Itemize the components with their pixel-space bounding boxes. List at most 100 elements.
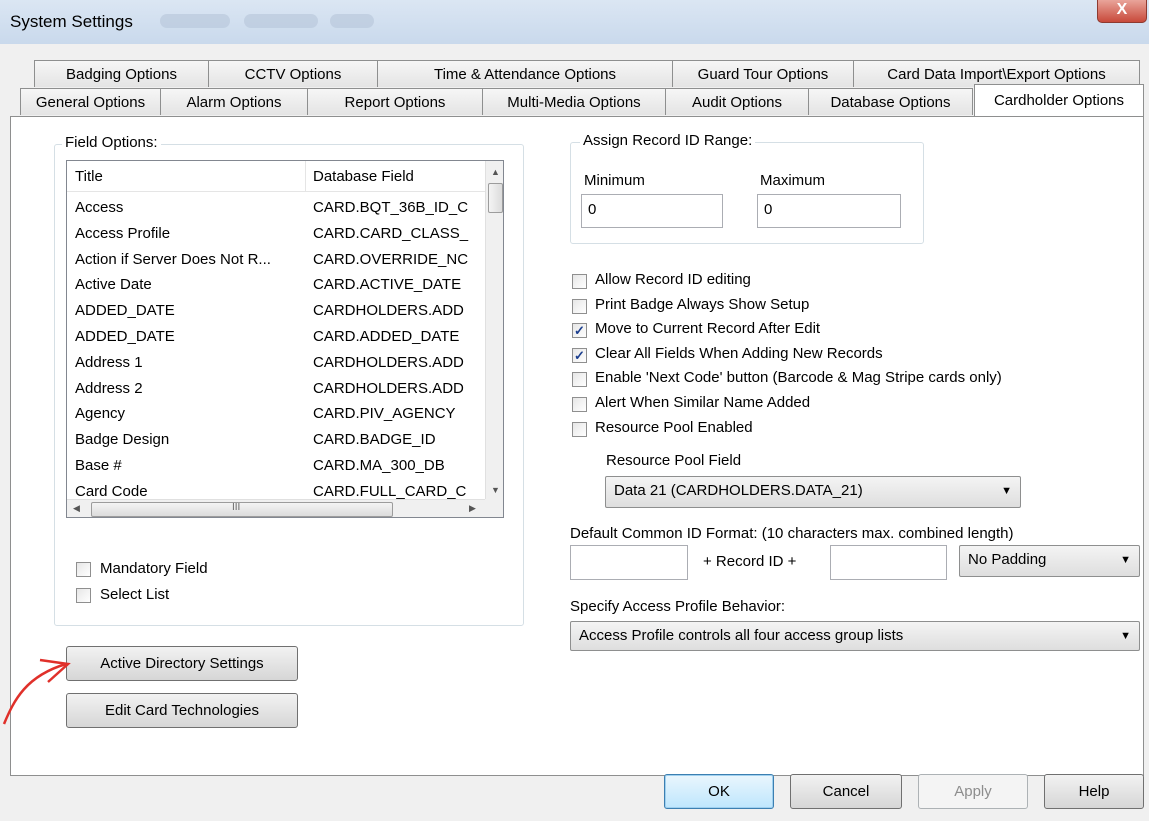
- field-database-field: CARDHOLDERS.ADD: [313, 302, 464, 320]
- edit-card-technologies-button[interactable]: Edit Card Technologies: [66, 693, 298, 728]
- mandatory-field-checkbox[interactable]: [76, 562, 91, 577]
- list-item[interactable]: Address 1 CARDHOLDERS.ADD: [67, 350, 485, 375]
- dropdown-arrow-icon: ▼: [1120, 554, 1131, 566]
- field-title: Action if Server Does Not R...: [75, 250, 271, 268]
- field-title: Card Code: [75, 482, 148, 500]
- blurred-title-segment: [330, 14, 374, 28]
- record-id-range-group: [570, 142, 924, 244]
- tab-cctv-options[interactable]: CCTV Options: [208, 60, 378, 87]
- field-database-field: CARD.CARD_CLASS_: [313, 224, 469, 242]
- list-item[interactable]: Badge Design CARD.BADGE_ID: [67, 427, 485, 452]
- list-header: Title Database Field: [67, 161, 485, 192]
- option-label: Move to Current Record After Edit: [595, 320, 821, 338]
- field-title: ADDED_DATE: [75, 328, 175, 345]
- column-header-title[interactable]: Title: [75, 168, 103, 185]
- option-label: Print Badge Always Show Setup: [595, 295, 810, 313]
- field-database-field: CARD.OVERRIDE_NC: [313, 250, 469, 268]
- field-title: Base #: [75, 457, 122, 474]
- vertical-scrollbar[interactable]: ▲ ▼: [485, 161, 503, 499]
- option-checkbox[interactable]: [572, 397, 587, 412]
- blurred-title-segment: [244, 14, 318, 28]
- list-item[interactable]: Access CARD.BQT_36B_ID_C: [67, 195, 485, 220]
- field-database-field: CARDHOLDERS.ADD: [313, 353, 464, 371]
- tab-card-data-import-export[interactable]: Card Data Import\Export Options: [853, 60, 1140, 87]
- option-checkbox[interactable]: [572, 421, 587, 437]
- horizontal-scroll-thumb[interactable]: III: [91, 502, 393, 517]
- list-item[interactable]: Action if Server Does Not R... CARD.OVERR…: [67, 247, 485, 272]
- ok-button[interactable]: OK: [664, 774, 774, 809]
- common-id-suffix-input[interactable]: [830, 545, 947, 580]
- column-header-database-field[interactable]: Database Field: [313, 168, 414, 185]
- minimum-input[interactable]: 0: [581, 194, 723, 228]
- scroll-grip-icon: III: [232, 502, 241, 513]
- option-checkbox[interactable]: [572, 274, 587, 289]
- option-checkbox-checked[interactable]: ✓: [572, 347, 587, 363]
- common-id-format-label: Default Common ID Format: (10 characters…: [570, 525, 1014, 542]
- option-checkbox-checked[interactable]: ✓: [572, 323, 587, 339]
- tab-guard-tour-options[interactable]: Guard Tour Options: [672, 60, 854, 87]
- field-title: Badge Design: [75, 431, 170, 449]
- list-item[interactable]: Agency CARD.PIV_AGENCY: [67, 401, 485, 426]
- list-item[interactable]: Active Date CARD.ACTIVE_DATE: [67, 272, 485, 297]
- dropdown-arrow-icon: ▼: [1001, 485, 1012, 497]
- horizontal-scrollbar[interactable]: ◀ III ▶: [67, 499, 485, 517]
- scroll-left-arrow-icon[interactable]: ◀: [73, 503, 80, 514]
- tab-general-options[interactable]: General Options: [20, 88, 161, 115]
- tab-multi-media-options[interactable]: Multi-Media Options: [482, 88, 666, 115]
- option-label: Alert When Similar Name Added: [595, 394, 811, 411]
- field-title: Address 2: [75, 379, 143, 397]
- field-database-field: CARDHOLDERS.ADD: [313, 379, 464, 397]
- option-label: Enable 'Next Code' button (Barcode & Mag…: [595, 369, 1002, 387]
- help-button[interactable]: Help: [1044, 774, 1144, 809]
- dropdown-arrow-icon: ▼: [1120, 630, 1131, 642]
- tab-time-attendance-options[interactable]: Time & Attendance Options: [377, 60, 673, 87]
- apply-button[interactable]: Apply: [918, 774, 1028, 809]
- tab-database-options[interactable]: Database Options: [808, 88, 973, 115]
- tab-audit-options[interactable]: Audit Options: [665, 88, 809, 115]
- scroll-up-arrow-icon[interactable]: ▲: [491, 167, 500, 177]
- list-item[interactable]: Access Profile CARD.CARD_CLASS_: [67, 221, 485, 246]
- field-title: Access: [75, 199, 124, 216]
- access-profile-behavior-dropdown[interactable]: Access Profile controls all four access …: [570, 621, 1140, 651]
- scroll-right-arrow-icon[interactable]: ▶: [469, 503, 476, 514]
- tab-report-options[interactable]: Report Options: [307, 88, 483, 115]
- field-title: ADDED_DATE: [75, 302, 175, 320]
- option-checkbox[interactable]: [572, 298, 587, 314]
- field-title: Agency: [75, 405, 126, 423]
- list-item[interactable]: Address 2 CARDHOLDERS.ADD: [67, 376, 485, 401]
- option-label: Clear All Fields When Adding New Records: [595, 344, 883, 362]
- padding-value: No Padding: [968, 551, 1047, 568]
- select-list-label: Select List: [100, 586, 170, 603]
- maximum-input[interactable]: 0: [757, 194, 901, 228]
- tab-alarm-options[interactable]: Alarm Options: [160, 88, 308, 115]
- field-database-field: CARD.MA_300_DB: [313, 457, 445, 474]
- close-button[interactable]: X: [1097, 0, 1147, 23]
- scroll-corner: [485, 499, 503, 517]
- tab-cardholder-options[interactable]: Cardholder Options: [974, 84, 1144, 116]
- list-item[interactable]: ADDED_DATE CARD.ADDED_DATE: [67, 324, 485, 349]
- field-database-field: CARD.ADDED_DATE: [313, 328, 460, 345]
- option-checkbox[interactable]: [572, 372, 587, 388]
- resource-pool-value: Data 21 (CARDHOLDERS.DATA_21): [614, 482, 863, 499]
- list-item[interactable]: ADDED_DATE CARDHOLDERS.ADD: [67, 298, 485, 323]
- resource-pool-dropdown[interactable]: Data 21 (CARDHOLDERS.DATA_21) ▼: [605, 476, 1021, 508]
- field-database-field: CARD.BQT_36B_ID_C: [313, 199, 469, 216]
- vertical-scroll-thumb[interactable]: [488, 183, 503, 213]
- common-id-prefix-input[interactable]: [570, 545, 688, 580]
- scroll-down-arrow-icon[interactable]: ▼: [491, 485, 500, 495]
- access-profile-behavior-label: Specify Access Profile Behavior:: [570, 598, 786, 615]
- active-directory-settings-button[interactable]: Active Directory Settings: [66, 646, 298, 681]
- annotation-arrow-icon: [2, 658, 71, 725]
- padding-dropdown[interactable]: No Padding ▼: [959, 545, 1140, 577]
- select-list-checkbox[interactable]: [76, 588, 91, 603]
- field-title: Active Date: [75, 276, 152, 294]
- field-options-list[interactable]: Title Database Field Access CARD.BQT_36B_…: [66, 160, 504, 518]
- blurred-title-segment: [160, 14, 230, 28]
- field-database-field: CARD.BADGE_ID: [313, 431, 436, 449]
- record-id-range-label: Assign Record ID Range:: [580, 132, 756, 149]
- access-profile-behavior-value: Access Profile controls all four access …: [579, 627, 904, 644]
- list-item[interactable]: Base # CARD.MA_300_DB: [67, 453, 485, 478]
- title-bar: System Settings X: [0, 0, 1149, 45]
- tab-badging-options[interactable]: Badging Options: [34, 60, 209, 87]
- cancel-button[interactable]: Cancel: [790, 774, 902, 809]
